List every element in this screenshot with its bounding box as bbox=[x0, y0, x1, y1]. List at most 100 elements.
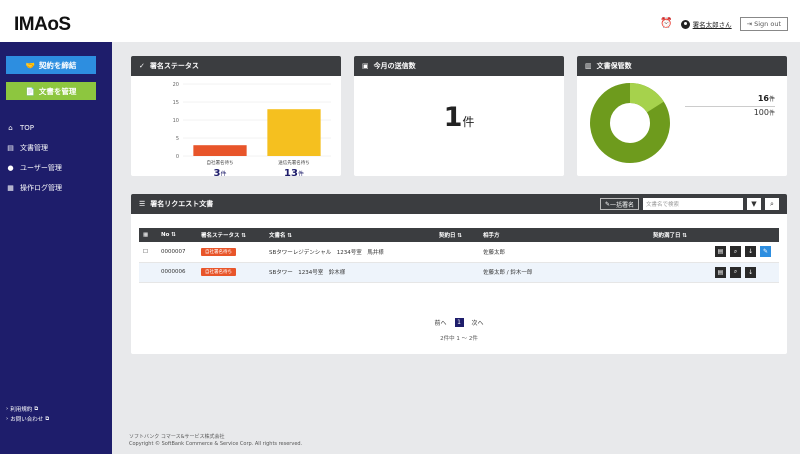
manage-docs-button[interactable]: 📄 文書を管理 bbox=[6, 82, 96, 100]
row-actions: ▤ ⌕ ↓ ✎ bbox=[704, 242, 779, 262]
folder-icon: ▤ bbox=[7, 144, 14, 152]
pagination-info: 2件中 1 〜 2件 bbox=[440, 336, 478, 342]
card-header: ▥ 文書保管数 bbox=[577, 56, 787, 76]
sidebar-item-label: TOP bbox=[20, 124, 35, 132]
bar[interactable] bbox=[193, 145, 247, 156]
alarm-clock-icon[interactable]: ⏰ bbox=[660, 19, 672, 29]
storage-used: 16件 bbox=[685, 94, 775, 107]
search-icon[interactable]: ⌕ bbox=[765, 198, 779, 210]
main-content: ✓ 署名ステータス 0 5 10 15 20 自社署名待ち 3件 送信先署名待ち 13件 ▣ 今… bbox=[112, 42, 800, 454]
sign-pen-icon[interactable]: ✎ bbox=[760, 246, 771, 258]
sign-request-card: ☰ 署名リクエスト文書 ✎ 一括署名 文書名で検索 ▼ ⌕ ▦ No ⇅ 署名ス… bbox=[131, 194, 787, 354]
select-all-checkbox[interactable]: ▦ bbox=[139, 228, 157, 242]
row-date bbox=[435, 262, 479, 282]
current-page[interactable]: 1 bbox=[454, 318, 464, 327]
sidebar-item-top[interactable]: ⌂ TOP bbox=[6, 118, 106, 138]
sidebar-item-logs[interactable]: ▦ 操作ログ管理 bbox=[6, 178, 106, 198]
filter-icon[interactable]: ▼ bbox=[747, 198, 761, 210]
contract-button[interactable]: 🤝 契約を締結 bbox=[6, 56, 96, 74]
col-status[interactable]: 署名ステータス ⇅ bbox=[197, 228, 265, 242]
home-icon: ⌂ bbox=[8, 124, 13, 132]
sidebar-item-users[interactable]: ● ユーザー管理 bbox=[6, 158, 106, 178]
sidebar: 🤝 契約を締結 📄 文書を管理 ⌂ TOP ▤ 文書管理 ● ユーザー管理 ▦ … bbox=[0, 42, 112, 454]
storage-card: ▥ 文書保管数 16件 100件 bbox=[577, 56, 787, 176]
row-doc-name[interactable]: SBタワーレジデンシャル 1234号室 馬井様 bbox=[265, 242, 435, 262]
bulk-sign-button[interactable]: ✎ 一括署名 bbox=[599, 198, 639, 210]
card-title: 文書保管数 bbox=[596, 62, 632, 70]
data-label: 3件 bbox=[214, 168, 227, 176]
row-status: 自社署名待ち bbox=[197, 262, 265, 282]
check-circle-icon: ✓ bbox=[139, 62, 145, 70]
pagination: 前へ 1 次へ bbox=[131, 318, 787, 327]
app-logo[interactable]: IMAoS bbox=[14, 14, 71, 36]
card-header: ▣ 今月の送信数 bbox=[354, 56, 564, 76]
row-checkbox[interactable]: ☐ bbox=[139, 242, 157, 262]
row-doc-name[interactable]: SBタワー 1234号室 鈴木様 bbox=[265, 262, 435, 282]
terms-link[interactable]: › 利用規約 ⧉ bbox=[6, 404, 49, 414]
sidebar-item-label: ユーザー管理 bbox=[20, 164, 62, 172]
contact-link-label: お問い合わせ bbox=[10, 417, 44, 423]
table-header: ▦ No ⇅ 署名ステータス ⇅ 文書名 ⇅ 契約日 ⇅ 相手方 契約満了日 ⇅ bbox=[139, 228, 779, 242]
manage-docs-button-label: 文書を管理 bbox=[38, 86, 77, 96]
user-name: 署名太郎さん bbox=[692, 21, 732, 29]
preview-icon[interactable]: ⌕ bbox=[730, 246, 741, 258]
archive-icon: ▥ bbox=[585, 62, 592, 70]
table-row[interactable]: ☐ 0000007 自社署名待ち SBタワーレジデンシャル 1234号室 馬井様… bbox=[139, 242, 779, 262]
y-tick-label: 10 bbox=[173, 118, 179, 124]
user-menu[interactable]: 署名太郎さん bbox=[680, 19, 732, 29]
request-toolbar: ✎ 一括署名 文書名で検索 ▼ ⌕ bbox=[599, 198, 779, 210]
storage-used-unit: 件 bbox=[768, 96, 775, 103]
signout-icon: ⇥ bbox=[746, 20, 753, 28]
sent-count-unit: 件 bbox=[462, 115, 475, 129]
prev-page-link[interactable]: 前へ bbox=[434, 318, 446, 327]
signature-status-card: ✓ 署名ステータス 0 5 10 15 20 自社署名待ち 3件 送信先署名待ち 13件 bbox=[131, 56, 341, 176]
sidebar-item-documents[interactable]: ▤ 文書管理 bbox=[6, 138, 106, 158]
sent-count: 1件 bbox=[354, 102, 564, 133]
col-end[interactable]: 契約満了日 ⇅ bbox=[649, 228, 704, 242]
preview-icon[interactable]: ⌕ bbox=[730, 266, 741, 278]
signout-label: Sign out bbox=[754, 20, 781, 28]
download-icon[interactable]: ↓ bbox=[745, 266, 756, 278]
document-icon: ▣ bbox=[362, 62, 369, 70]
view-document-icon[interactable]: ▤ bbox=[715, 266, 726, 278]
user-icon: ● bbox=[7, 164, 14, 172]
row-party: 佐藤太郎 bbox=[483, 249, 506, 256]
signout-button[interactable]: ⇥ Sign out bbox=[739, 17, 788, 31]
x-tick-label: 自社署名待ち bbox=[207, 159, 234, 166]
row-no: 0000007 bbox=[161, 248, 186, 255]
card-title: 今月の送信数 bbox=[373, 62, 416, 70]
row-status: 自社署名待ち bbox=[197, 242, 265, 262]
view-document-icon[interactable]: ▤ bbox=[715, 246, 726, 258]
card-title: 署名リクエスト文書 bbox=[150, 200, 214, 208]
table-row[interactable]: 0000006 自社署名待ち SBタワー 1234号室 鈴木様 佐藤太郎 / 鈴… bbox=[139, 262, 779, 282]
y-tick-label: 20 bbox=[173, 82, 179, 88]
next-page-link[interactable]: 次へ bbox=[472, 318, 484, 327]
search-input[interactable]: 文書名で検索 bbox=[643, 198, 743, 210]
row-actions: ▤ ⌕ ↓ bbox=[704, 262, 779, 282]
list-icon: ☰ bbox=[139, 200, 146, 208]
contact-link[interactable]: › お問い合わせ ⧉ bbox=[6, 414, 49, 424]
footer-company: ソフトバンク コマース&サービス株式会社 bbox=[129, 434, 225, 440]
col-date[interactable]: 契約日 ⇅ bbox=[435, 228, 479, 242]
status-badge: 自社署名待ち bbox=[201, 247, 236, 256]
y-tick-label: 0 bbox=[176, 154, 179, 160]
status-badge: 自社署名待ち bbox=[201, 268, 236, 276]
storage-total: 100件 bbox=[685, 108, 775, 117]
user-avatar-icon bbox=[680, 19, 690, 29]
data-label: 13件 bbox=[284, 168, 304, 176]
sidebar-nav: ⌂ TOP ▤ 文書管理 ● ユーザー管理 ▦ 操作ログ管理 bbox=[6, 118, 106, 198]
col-name[interactable]: 文書名 ⇅ bbox=[265, 228, 435, 242]
download-icon[interactable]: ↓ bbox=[745, 246, 756, 258]
storage-donut-chart bbox=[590, 83, 670, 163]
card-title: 署名ステータス bbox=[149, 62, 199, 70]
y-tick-label: 15 bbox=[173, 100, 179, 106]
row-checkbox[interactable] bbox=[139, 262, 157, 282]
row-no: 0000006 bbox=[161, 269, 186, 275]
col-no[interactable]: No ⇅ bbox=[157, 228, 197, 242]
row-party: 佐藤太郎 / 鈴木一郎 bbox=[483, 270, 533, 276]
bar[interactable] bbox=[267, 109, 321, 156]
col-party: 相手方 bbox=[483, 233, 500, 239]
storage-total-unit: 件 bbox=[768, 110, 775, 117]
footer-copyright: Copyright © SoftBank Commerce & Service … bbox=[129, 441, 303, 447]
footer: ソフトバンク コマース&サービス株式会社 Copyright © SoftBan… bbox=[129, 434, 302, 448]
